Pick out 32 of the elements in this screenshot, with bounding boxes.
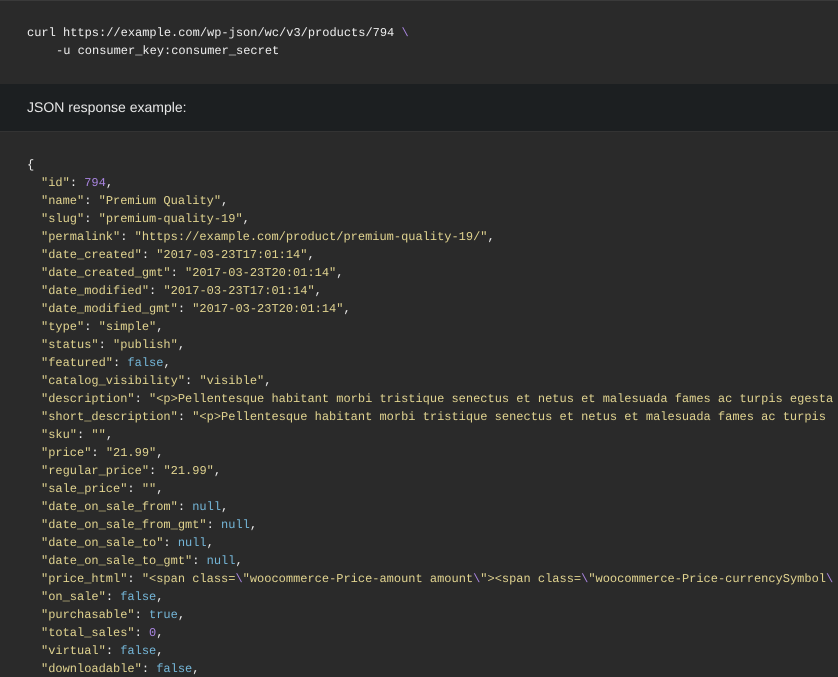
code-line: "virtual": false, bbox=[40, 643, 164, 660]
code-line: "name": "Premium Quality", bbox=[40, 193, 230, 210]
code-line: "on_sale": false, bbox=[40, 589, 164, 606]
code-line: "permalink": "https://example.com/product/premium-quality-19/", bbox=[40, 229, 496, 246]
code-line: "downloadable": false, bbox=[40, 661, 200, 677]
code-line: "type": "simple", bbox=[40, 319, 164, 336]
code-line: -u consumer_key:consumer_secret bbox=[55, 43, 280, 60]
code-line: "date_created_gmt": "2017-03-23T20:01:14", bbox=[40, 265, 344, 282]
code-line: "featured": false, bbox=[40, 355, 172, 372]
code-line: "date_created": "2017-03-23T17:01:14", bbox=[40, 247, 316, 264]
code-line: "sku": "", bbox=[40, 427, 114, 444]
code-line: "total_sales": 0, bbox=[40, 625, 164, 642]
code-line: "date_modified_gmt": "2017-03-23T20:01:14", bbox=[40, 301, 352, 318]
code-line: { bbox=[27, 157, 36, 174]
code-line: "regular_price": "21.99", bbox=[40, 463, 222, 480]
code-line: "date_on_sale_to_gmt": null, bbox=[40, 553, 244, 570]
code-line: "short_description": "<p>Pellentesque habitant morbi tristique senectus et netus et malesuada fames ac turpis bbox=[40, 409, 827, 426]
section-heading: JSON response example: bbox=[27, 98, 187, 117]
code-line: "date_on_sale_from": null, bbox=[40, 499, 230, 516]
code-line: "sale_price": "", bbox=[40, 481, 164, 498]
code-line: "catalog_visibility": "visible", bbox=[40, 373, 272, 390]
code-line: "slug": "premium-quality-19", bbox=[40, 211, 251, 228]
code-line: "id": 794, bbox=[40, 175, 114, 192]
code-line: "purchasable": true, bbox=[40, 607, 186, 624]
code-line: curl https://example.com/wp-json/wc/v3/products/794 \ bbox=[27, 25, 410, 42]
code-line: "price": "21.99", bbox=[40, 445, 164, 462]
code-line: "date_modified": "2017-03-23T17:01:14", bbox=[40, 283, 323, 300]
code-line: "price_html": "<span class=\"woocommerce-Price-amount amount\"><span class=\"woocommerce-Price-currencySymbol\ bbox=[40, 571, 834, 588]
code-line: "status": "publish", bbox=[40, 337, 186, 354]
code-line: "date_on_sale_from_gmt": null, bbox=[40, 517, 258, 534]
code-line: "description": "<p>Pellentesque habitant morbi tristique senectus et netus et malesuada fames ac turpis egesta bbox=[40, 391, 834, 408]
code-line: "date_on_sale_to": null, bbox=[40, 535, 215, 552]
